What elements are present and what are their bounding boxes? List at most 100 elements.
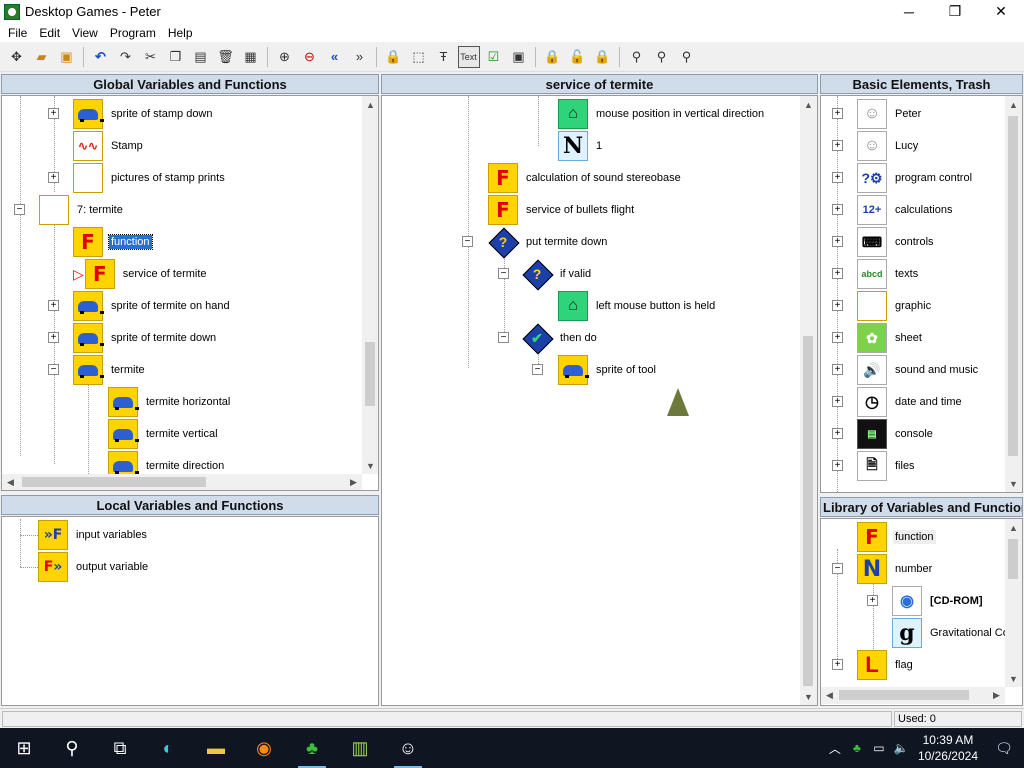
- task-view-icon[interactable]: ⧉: [96, 728, 144, 768]
- tree-item[interactable]: F» output variable: [38, 551, 150, 583]
- tree-item[interactable]: ? if valid: [522, 258, 593, 290]
- tree-item[interactable]: Fservice of bullets flight: [488, 194, 636, 226]
- expand-icon[interactable]: +: [832, 108, 843, 119]
- horizontal-scrollbar[interactable]: ◀ ▶: [821, 687, 1005, 704]
- tree-item[interactable]: Ffunction: [73, 226, 153, 258]
- tree-item[interactable]: 12+ calculations: [857, 194, 954, 226]
- menu-file[interactable]: File: [2, 26, 33, 40]
- clock[interactable]: 10:39 AM 10/26/2024: [918, 732, 978, 764]
- scroll-thumb[interactable]: [1008, 539, 1018, 579]
- tree-item[interactable]: ?⚙ program control: [857, 162, 974, 194]
- scroll-thumb[interactable]: [803, 336, 813, 686]
- forward-icon[interactable]: »: [349, 46, 371, 68]
- expand-icon[interactable]: +: [832, 460, 843, 471]
- collapse-icon[interactable]: −: [14, 204, 25, 215]
- tree-item[interactable]: sprite of termite on hand: [73, 290, 232, 322]
- scroll-up-icon[interactable]: ▲: [1005, 519, 1022, 536]
- find-prev-icon[interactable]: ⚲: [676, 46, 698, 68]
- zoom-out-icon[interactable]: ⊖: [299, 46, 321, 68]
- undo-icon[interactable]: ↶: [90, 46, 112, 68]
- collapse-icon[interactable]: −: [498, 332, 509, 343]
- tree-item[interactable]: abcd texts: [857, 258, 920, 290]
- close-button[interactable]: ✕: [978, 0, 1024, 23]
- tree-item[interactable]: Ffunction: [857, 521, 936, 553]
- window-icon[interactable]: ▣: [508, 46, 530, 68]
- scroll-up-icon[interactable]: ▲: [362, 96, 378, 113]
- edge-browser-icon[interactable]: ◐: [144, 728, 192, 768]
- tree-item[interactable]: sprite of tool: [558, 354, 658, 386]
- tree-item[interactable]: N1: [558, 130, 604, 162]
- tree-item[interactable]: termite vertical: [108, 418, 220, 450]
- tree-item[interactable]: termite horizontal: [108, 386, 232, 418]
- tree-item[interactable]: ▷ Fservice of termite: [73, 258, 209, 290]
- tree-item[interactable]: sprite of stamp down: [73, 98, 215, 130]
- expand-icon[interactable]: +: [832, 428, 843, 439]
- find-icon[interactable]: ⚲: [626, 46, 648, 68]
- lock2-icon[interactable]: 🔒: [592, 46, 614, 68]
- scroll-right-icon[interactable]: ▶: [988, 687, 1005, 704]
- move-icon[interactable]: ✥: [6, 46, 28, 68]
- vertical-scrollbar[interactable]: ▲ ▼: [1005, 96, 1022, 492]
- scroll-down-icon[interactable]: ▼: [362, 457, 378, 474]
- vertical-scrollbar[interactable]: ▲ ▼: [362, 96, 378, 474]
- expand-icon[interactable]: +: [832, 396, 843, 407]
- vertical-scrollbar[interactable]: ▲ ▼: [1005, 519, 1022, 687]
- tree-item[interactable]: ◷ date and time: [857, 386, 964, 418]
- menu-edit[interactable]: Edit: [33, 26, 66, 40]
- tree-item[interactable]: ◉ [CD-ROM]: [892, 585, 985, 617]
- check-icon[interactable]: ☑: [483, 46, 505, 68]
- copy-icon[interactable]: ❐: [165, 46, 187, 68]
- find-next-icon[interactable]: ⚲: [651, 46, 673, 68]
- scroll-up-icon[interactable]: ▲: [1005, 96, 1022, 113]
- tree-item[interactable]: Nnumber: [857, 553, 934, 585]
- tree-item[interactable]: ⌂ mouse position in vertical direction: [558, 98, 766, 130]
- frame-icon[interactable]: ⬚: [408, 46, 430, 68]
- firefox-icon[interactable]: ◉: [240, 728, 288, 768]
- tree-item[interactable]: ⌨ controls: [857, 226, 936, 258]
- tree-item[interactable]: sprite of termite down: [73, 322, 218, 354]
- scroll-thumb[interactable]: [1008, 116, 1018, 456]
- zoom-in-icon[interactable]: ⊕: [274, 46, 296, 68]
- tree-item[interactable]: g Gravitational Co: [892, 617, 1011, 649]
- expand-icon[interactable]: +: [48, 332, 59, 343]
- expand-icon[interactable]: +: [832, 172, 843, 183]
- expand-icon[interactable]: +: [832, 300, 843, 311]
- text-icon[interactable]: Ŧ: [433, 46, 455, 68]
- maximize-button[interactable]: ❐: [932, 0, 978, 23]
- app-tray-icon[interactable]: ♣: [846, 741, 868, 755]
- text-button[interactable]: Text: [457, 45, 480, 68]
- expand-icon[interactable]: +: [832, 364, 843, 375]
- menu-help[interactable]: Help: [162, 26, 199, 40]
- tree-item[interactable]: termite: [73, 354, 147, 386]
- desktop-games-app-icon[interactable]: ♣: [288, 728, 336, 768]
- expand-icon[interactable]: +: [832, 332, 843, 343]
- scroll-thumb[interactable]: [365, 342, 375, 406]
- scroll-down-icon[interactable]: ▼: [1005, 475, 1022, 492]
- peter-app-icon[interactable]: ☺: [384, 728, 432, 768]
- expand-icon[interactable]: +: [48, 300, 59, 311]
- properties-icon[interactable]: ▦: [240, 46, 262, 68]
- tree-item[interactable]: »F input variables: [38, 519, 149, 551]
- delete-icon[interactable]: 🗑: [215, 46, 237, 68]
- tree-item[interactable]: ☺ Peter: [857, 98, 923, 130]
- chart-app-icon[interactable]: ▥: [336, 728, 384, 768]
- tree-item[interactable]: Fcalculation of sound stereobase: [488, 162, 683, 194]
- collapse-icon[interactable]: −: [832, 563, 843, 574]
- volume-icon[interactable]: 🔈: [890, 741, 912, 755]
- expand-icon[interactable]: +: [867, 595, 878, 606]
- expand-icon[interactable]: +: [832, 140, 843, 151]
- network-icon[interactable]: ▭: [868, 741, 890, 755]
- scroll-down-icon[interactable]: ▼: [800, 688, 817, 705]
- collapse-icon[interactable]: −: [532, 364, 543, 375]
- scroll-left-icon[interactable]: ◀: [2, 474, 19, 490]
- tree-item[interactable]: ∿∿ Stamp: [73, 130, 145, 162]
- tree-item[interactable]: ? put termite down: [488, 226, 609, 258]
- scroll-thumb[interactable]: [839, 690, 969, 700]
- tree-item[interactable]: 7: termite: [39, 194, 125, 226]
- expand-icon[interactable]: +: [832, 236, 843, 247]
- tree-item[interactable]: 🗎 files: [857, 450, 917, 482]
- collapse-icon[interactable]: −: [498, 268, 509, 279]
- search-icon[interactable]: ⚲: [48, 728, 96, 768]
- vertical-scrollbar[interactable]: ▲ ▼: [800, 96, 817, 705]
- tree-item[interactable]: ✔ then do: [522, 322, 599, 354]
